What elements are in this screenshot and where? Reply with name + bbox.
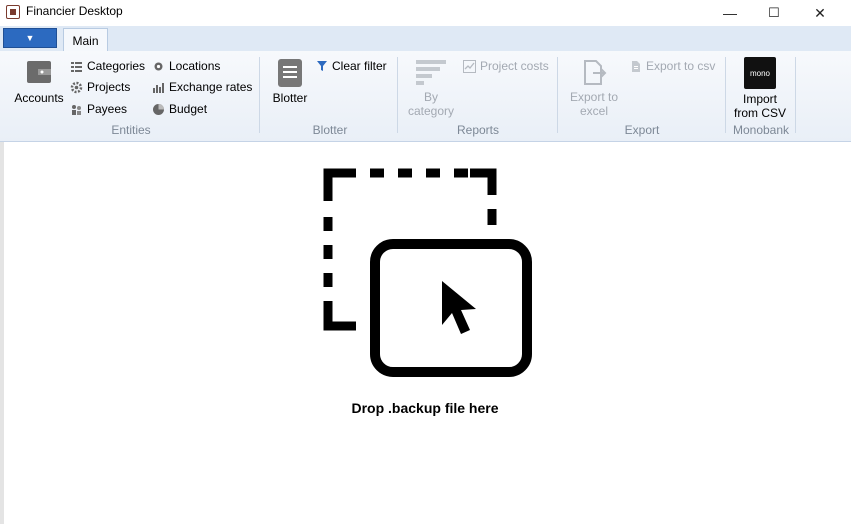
exchange-rates-label: Exchange rates <box>169 80 253 94</box>
entities-group-label: Entities <box>111 123 151 137</box>
export-excel-label-1: Export to <box>569 90 619 104</box>
group-separator <box>557 57 558 133</box>
locations-button[interactable]: Locations <box>152 57 220 75</box>
blotter-label: Blotter <box>272 91 308 105</box>
window-title: Financier Desktop <box>26 4 123 18</box>
by-category-button[interactable]: By category <box>402 58 460 118</box>
import-csv-button[interactable]: mono Import from CSV <box>730 57 790 120</box>
bar-chart-icon <box>153 82 164 93</box>
filter-icon <box>317 61 327 71</box>
categories-label: Categories <box>87 59 146 73</box>
minimize-button[interactable]: — <box>707 0 753 26</box>
monobank-group-label: Monobank <box>732 123 790 137</box>
payees-label: Payees <box>87 102 128 116</box>
accounts-button[interactable]: Accounts <box>12 58 66 105</box>
gear-icon <box>70 81 83 93</box>
reports-group-label: Reports <box>456 123 500 137</box>
group-separator <box>795 57 796 133</box>
blotter-button[interactable]: Blotter <box>268 58 312 105</box>
export-group-label: Export <box>624 123 660 137</box>
tab-main[interactable]: Main <box>63 28 108 52</box>
app-menu-button[interactable]: ▼ <box>3 28 57 48</box>
budget-button[interactable]: Budget <box>152 100 207 118</box>
by-category-label-2: category <box>407 104 455 118</box>
project-costs-label: Project costs <box>480 59 549 73</box>
pin-icon <box>154 62 163 70</box>
group-separator <box>725 57 726 133</box>
blotter-group-label: Blotter <box>312 123 348 137</box>
import-csv-label-2: from CSV <box>733 106 786 120</box>
projects-button[interactable]: Projects <box>70 78 130 96</box>
ribbon-tab-strip <box>0 26 851 52</box>
import-csv-label-1: Import <box>742 92 777 106</box>
monobank-logo: mono <box>744 57 776 89</box>
projects-label: Projects <box>87 80 131 94</box>
app-logo-icon <box>6 5 20 19</box>
pie-icon <box>153 103 164 115</box>
export-excel-label-2: excel <box>579 104 608 118</box>
categories-button[interactable]: Categories <box>70 57 145 75</box>
clear-filter-button[interactable]: Clear filter <box>316 57 387 75</box>
list-icon <box>71 61 82 72</box>
clear-filter-label: Clear filter <box>332 59 387 73</box>
budget-label: Budget <box>169 102 208 116</box>
accounts-label: Accounts <box>14 91 64 105</box>
export-excel-button[interactable]: Export to excel <box>564 58 624 118</box>
title-bar: Financier Desktop — ☐ ✕ <box>0 0 851 26</box>
export-csv-label: Export to csv <box>646 59 716 73</box>
people-icon <box>72 104 81 115</box>
group-separator <box>397 57 398 133</box>
locations-label: Locations <box>169 59 221 73</box>
export-icon <box>584 60 607 85</box>
by-category-label-1: By <box>423 90 438 104</box>
stacked-bars-icon <box>416 60 446 85</box>
export-csv-button[interactable]: Export to csv <box>629 57 715 75</box>
group-separator <box>259 57 260 133</box>
project-costs-button[interactable]: Project costs <box>463 57 549 75</box>
maximize-button[interactable]: ☐ <box>751 0 797 26</box>
chevron-down-icon: ▼ <box>25 33 35 43</box>
drop-instruction: Drop .backup file here <box>351 400 499 416</box>
line-chart-icon <box>463 59 476 73</box>
document-icon <box>278 59 302 87</box>
close-button[interactable]: ✕ <box>797 0 843 26</box>
wallet-icon <box>27 61 51 83</box>
exchange-rates-button[interactable]: Exchange rates <box>152 78 252 96</box>
payees-button[interactable]: Payees <box>70 100 127 118</box>
csv-icon <box>632 60 640 72</box>
drag-drop-icon <box>323 168 532 377</box>
